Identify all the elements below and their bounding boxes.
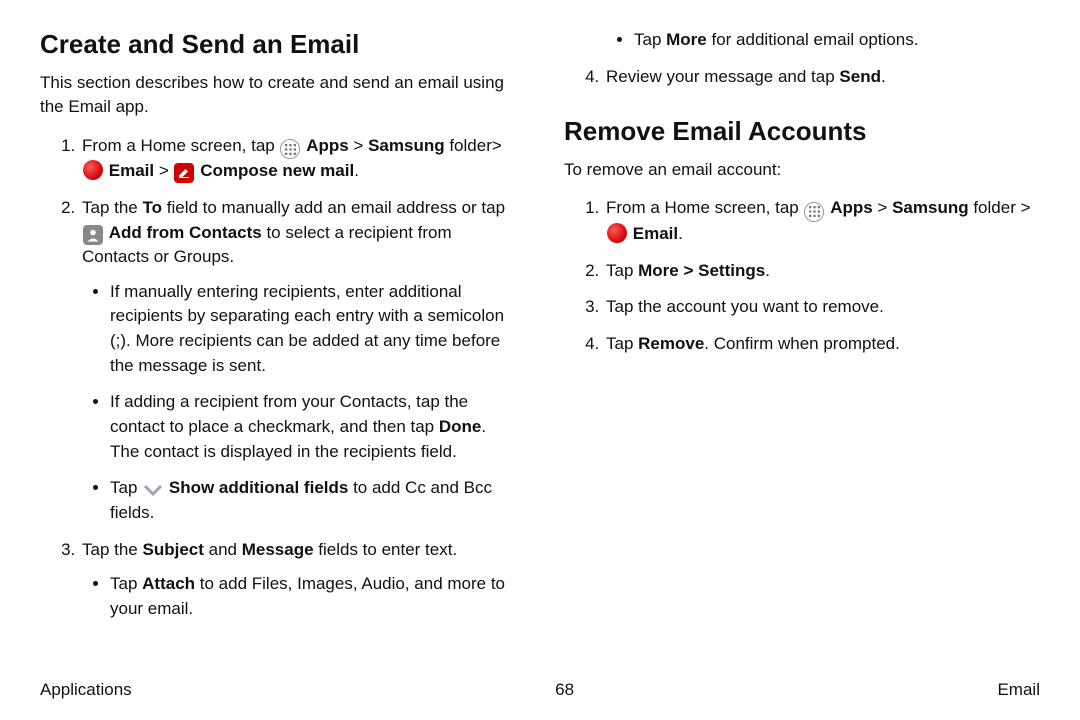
bullet: If adding a recipient from your Contacts… (110, 390, 516, 464)
email-icon (607, 223, 627, 243)
attach-label: Attach (142, 574, 195, 593)
more-label: More (666, 30, 707, 49)
text: for additional email options. (707, 30, 919, 49)
text: Tap the (82, 198, 143, 217)
heading-create-send-email: Create and Send an Email (40, 28, 516, 61)
more-label: More (638, 261, 679, 280)
bullet: Tap Attach to add Files, Images, Audio, … (110, 572, 516, 621)
footer-right: Email (997, 680, 1040, 700)
step-2: Tap More > Settings. (604, 259, 1040, 284)
step-4: Tap Remove. Confirm when prompted. (604, 332, 1040, 357)
section-remove-email: Remove Email Accounts To remove an email… (564, 115, 1040, 356)
text: > (349, 136, 368, 155)
email-icon (83, 160, 103, 180)
text: Tap the (82, 540, 143, 559)
email-label: Email (633, 224, 678, 243)
text: . (881, 67, 886, 86)
footer-page-number: 68 (555, 680, 574, 700)
text: . (354, 161, 359, 180)
text: > (679, 261, 698, 280)
send-label: Send (839, 67, 881, 86)
page-footer: Applications 68 Email (40, 680, 1040, 700)
heading-remove-email-accounts: Remove Email Accounts (564, 115, 1040, 148)
text: . (765, 261, 770, 280)
text: From a Home screen, tap (606, 198, 803, 217)
bullet: If manually entering recipients, enter a… (110, 280, 516, 379)
apps-icon (804, 202, 824, 222)
contact-icon (83, 225, 103, 245)
text: Tap (606, 261, 638, 280)
text: folder> (445, 136, 502, 155)
page-body: Create and Send an Email This section de… (40, 28, 1040, 648)
step-2-bullets: If manually entering recipients, enter a… (82, 280, 516, 526)
subject-label: Subject (143, 540, 204, 559)
text: Tap (110, 574, 142, 593)
compose-icon (174, 163, 194, 183)
chevron-down-icon (143, 480, 163, 500)
text: From a Home screen, tap (82, 136, 279, 155)
remove-label: Remove (638, 334, 704, 353)
text: folder > (969, 198, 1031, 217)
text: . (678, 224, 683, 243)
step-1: From a Home screen, tap Apps > Samsung f… (604, 196, 1040, 246)
samsung-label: Samsung (368, 136, 445, 155)
show-additional-fields-label: Show additional fields (169, 478, 348, 497)
intro-create-send-email: This section describes how to create and… (40, 71, 516, 120)
text: Tap (110, 478, 142, 497)
text: Review your message and tap (606, 67, 839, 86)
steps-remove-email-accounts: From a Home screen, tap Apps > Samsung f… (564, 196, 1040, 356)
apps-label: Apps (306, 136, 349, 155)
step-2: Tap the To field to manually add an emai… (80, 196, 516, 526)
text: . Confirm when prompted. (704, 334, 900, 353)
footer-left: Applications (40, 680, 132, 700)
text: If adding a recipient from your Contacts… (110, 392, 468, 436)
settings-label: Settings (698, 261, 765, 280)
step-4: Review your message and tap Send. (604, 65, 1040, 90)
add-from-contacts-label: Add from Contacts (109, 223, 262, 242)
apps-label: Apps (830, 198, 873, 217)
text: Tap (634, 30, 666, 49)
text: > (154, 161, 173, 180)
email-label: Email (109, 161, 154, 180)
step-1: From a Home screen, tap Apps > Samsung f… (80, 134, 516, 184)
text: and (204, 540, 242, 559)
text: Tap (606, 334, 638, 353)
apps-icon (280, 139, 300, 159)
text: > (873, 198, 892, 217)
compose-label: Compose new mail (200, 161, 354, 180)
done-label: Done (439, 417, 482, 436)
message-label: Message (242, 540, 314, 559)
samsung-label: Samsung (892, 198, 969, 217)
text: field to manually add an email address o… (162, 198, 505, 217)
intro-remove-email-accounts: To remove an email account: (564, 158, 1040, 183)
bullet: Tap Show additional fields to add Cc and… (110, 476, 516, 525)
step-3: Tap the account you want to remove. (604, 295, 1040, 320)
to-label: To (143, 198, 163, 217)
text: fields to enter text. (314, 540, 458, 559)
bullet: Tap More for additional email options. (634, 28, 1040, 53)
